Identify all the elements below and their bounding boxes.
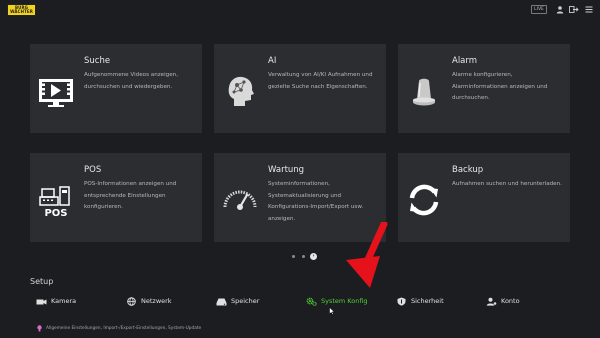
sync-arrows-icon: [404, 180, 444, 220]
page-dot[interactable]: [292, 255, 295, 258]
tile-ai[interactable]: AI Verwaltung von AI/KI Aufnahmen und ge…: [214, 44, 386, 133]
setup-item-label: Kamera: [51, 297, 77, 305]
gears-icon: [306, 297, 317, 306]
hdd-icon: [216, 297, 227, 306]
tile-alarm[interactable]: Alarm Alarme konfigurieren, Alarminforma…: [398, 44, 570, 133]
brand-logo: BURG WÄCHTER: [7, 4, 36, 16]
tile-description: Aufgenommene Videos anzeigen, durchsuche…: [84, 72, 178, 90]
camera-icon: [36, 297, 47, 306]
setup-item-system-konfig[interactable]: System Konfig: [306, 296, 368, 306]
mouse-pointer-icon: [329, 307, 335, 315]
tile-title: POS: [84, 165, 102, 175]
setup-item-label: Netzwerk: [141, 297, 172, 305]
account-icon: [486, 297, 497, 306]
chevron-right-icon[interactable]: ›: [310, 253, 317, 260]
setup-item-label: Sicherheit: [411, 297, 444, 305]
setup-item-label: System Konfig: [321, 297, 368, 305]
tile-description: Verwaltung von AI/KI Aufnahmen und gezie…: [268, 72, 373, 90]
menu-icon[interactable]: [585, 5, 593, 14]
ai-head-icon: [220, 71, 260, 111]
globe-icon: [126, 296, 137, 306]
tile-suche[interactable]: Suche Aufgenommene Videos anzeigen, durc…: [30, 44, 202, 133]
setup-item-sicherheit[interactable]: Sicherheit: [396, 296, 444, 306]
alarm-siren-icon: [404, 71, 444, 111]
setup-item-speicher[interactable]: Speicher: [216, 296, 259, 306]
footer-text: Allgemeine Einstellungen, Import-/Export…: [46, 326, 202, 331]
tile-pos[interactable]: POS POS POS-Informationen anzeigen und e…: [30, 153, 202, 242]
tile-title: Wartung: [268, 165, 305, 175]
playback-film-icon: [36, 71, 76, 111]
logout-icon[interactable]: [569, 5, 579, 14]
user-icon[interactable]: [556, 5, 564, 14]
top-bar: BURG WÄCHTER LIVE: [0, 0, 600, 20]
tile-description: POS-Informationen anzeigen und entsprech…: [84, 181, 177, 210]
tile-description: Aufnahmen suchen und herunterladen.: [452, 181, 562, 187]
setup-title: Setup: [30, 277, 54, 286]
pos-icon-text: POS: [44, 208, 67, 219]
setup-item-kamera[interactable]: Kamera: [36, 296, 76, 306]
annotation-arrow: [340, 222, 390, 294]
setup-item-netzwerk[interactable]: Netzwerk: [126, 296, 172, 306]
tile-title: Backup: [452, 165, 484, 175]
page-dot[interactable]: [302, 255, 305, 258]
tile-title: AI: [268, 56, 277, 66]
setup-item-label: Konto: [501, 297, 520, 305]
logo-line2: WÄCHTER: [10, 9, 33, 14]
live-button[interactable]: LIVE: [531, 5, 547, 14]
setup-item-label: Speicher: [231, 297, 260, 305]
shield-icon: [396, 297, 407, 306]
tile-description: Systeminformationen, Systemaktualisierun…: [268, 181, 364, 222]
setup-item-konto[interactable]: Konto: [486, 296, 520, 306]
tile-description: Alarme konfigurieren, Alarminformationen…: [452, 72, 548, 101]
footer-hint: Allgemeine Einstellungen, Import-/Export…: [37, 325, 201, 332]
page-indicator: ›: [288, 253, 318, 261]
lightbulb-icon: [37, 325, 42, 332]
pos-register-icon: POS: [36, 180, 76, 220]
tile-title: Alarm: [452, 56, 478, 66]
tile-title: Suche: [84, 56, 111, 66]
gauge-icon: [220, 180, 260, 220]
tile-backup[interactable]: Backup Aufnahmen suchen und herunterlade…: [398, 153, 570, 242]
